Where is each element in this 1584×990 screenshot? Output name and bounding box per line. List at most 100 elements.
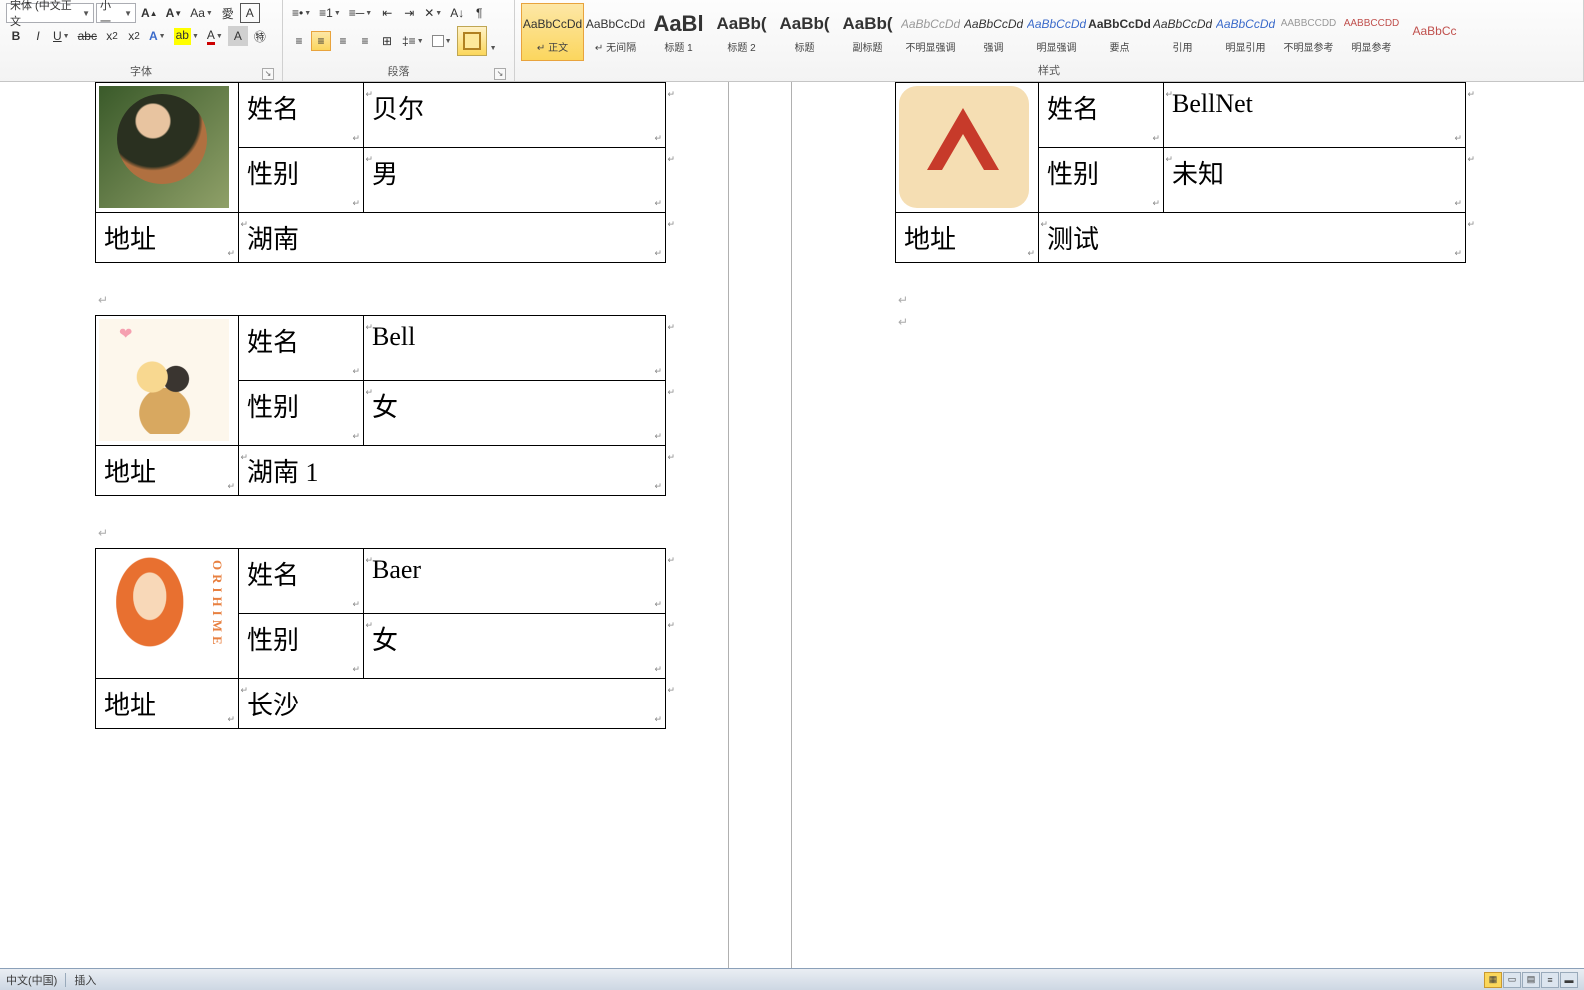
style-name-label: 不明显强调 [906,39,956,54]
name-value-cell[interactable]: 贝尔↵↵ [364,83,666,148]
avatar-image [99,552,229,674]
align-right-button[interactable]: ≡ [333,31,353,51]
distributed-button[interactable]: ⊞ [377,31,397,51]
font-size-combo[interactable]: 小一▼ [96,3,136,23]
address-value-cell[interactable]: 湖南↵↵ [239,213,666,263]
shading-button[interactable]: ▼ [429,31,455,51]
style-item-2[interactable]: AaBl 标题 1 [647,3,710,61]
asian-layout-button[interactable]: ✕▼ [421,3,445,23]
page-1[interactable]: 姓名↵↵贝尔↵↵性别↵↵男↵↵地址↵↵湖南↵↵↵姓名↵↵Bell↵↵性别↵↵女↵… [0,82,720,968]
paragraph-mark: ↵ [898,315,1584,329]
style-item-12[interactable]: AABBCCDD不明显参考 [1277,3,1340,61]
style-name-label: 明显引用 [1226,39,1266,54]
page-2[interactable]: 姓名↵↵BellNet↵↵性别↵↵未知↵↵地址↵↵测试↵↵ ↵ ↵ [800,82,1584,968]
address-value-cell[interactable]: 长沙↵↵ [239,679,666,729]
style-item-9[interactable]: AaBbCcDd 要点 [1088,3,1151,61]
style-name-label: ↵ 正文 [537,39,568,54]
status-language[interactable]: 中文(中国) [6,972,57,988]
text-effects-button[interactable]: A▼ [146,26,169,46]
web-layout-view-button[interactable]: ▤ [1522,972,1540,988]
line-spacing-button[interactable]: ‡≡▼ [399,31,427,51]
profile-card-table[interactable]: 姓名↵↵Baer↵↵性别↵↵女↵↵地址↵↵长沙↵↵ [95,548,666,729]
outline-view-button[interactable]: ≡ [1541,972,1559,988]
paragraph-mark: ↵ [98,293,720,307]
styles-gallery[interactable]: AaBbCcDd↵ 正文AaBbCcDd↵ 无间隔AaBl标题 1AaBb(标题… [521,3,1577,61]
gender-value-cell[interactable]: 女↵↵ [364,614,666,679]
address-value-cell[interactable]: 湖南 1↵↵ [239,446,666,496]
align-center-button[interactable]: ≡ [311,31,331,51]
enclose-char-button[interactable]: ㊕ [250,26,270,46]
style-name-label: 标题 2 [727,39,755,54]
italic-button[interactable]: I [28,26,48,46]
font-name-combo[interactable]: 宋体 (中文正文▼ [6,3,94,23]
style-item-6[interactable]: AaBbCcDd不明显强调 [899,3,962,61]
style-item-4[interactable]: AaBb(标题 [773,3,836,61]
bold-button[interactable]: B [6,26,26,46]
style-item-13[interactable]: AABBCCDD明显参考 [1340,3,1403,61]
print-layout-view-button[interactable]: ▦ [1484,972,1502,988]
photo-cell [96,549,239,679]
gender-value-cell[interactable]: 男↵↵ [364,148,666,213]
group-font: 宋体 (中文正文▼ 小一▼ A▲ A▼ Aa▼ 愛 A B I U▼ abc x… [0,0,283,81]
font-dialog-launcher[interactable]: ↘ [262,68,274,80]
increase-indent-button[interactable]: ⇥ [399,3,419,23]
name-value-cell[interactable]: BellNet↵↵ [1164,83,1466,148]
style-item-5[interactable]: AaBb(副标题 [836,3,899,61]
status-insert-mode[interactable]: 插入 [74,972,96,988]
gender-value-cell[interactable]: 未知↵↵ [1164,148,1466,213]
style-name-label: 引用 [1173,39,1193,54]
align-left-button[interactable]: ≡ [289,31,309,51]
style-item-0[interactable]: AaBbCcDd↵ 正文 [521,3,584,61]
style-item-8[interactable]: AaBbCcDd明显强调 [1025,3,1088,61]
style-preview: AaBbCc [1412,18,1456,44]
grow-font-button[interactable]: A▲ [138,3,161,23]
style-preview: AaBb( [842,11,892,37]
superscript-button[interactable]: x2 [124,26,144,46]
style-preview: AABBCCDD [1344,11,1400,37]
name-value-cell[interactable]: Bell↵↵ [364,316,666,381]
shrink-font-button[interactable]: A▼ [163,3,186,23]
style-item-10[interactable]: AaBbCcDd引用 [1151,3,1214,61]
numbering-button[interactable]: ≡1▼ [316,3,344,23]
style-preview: AaBbCcDd [1027,11,1086,37]
style-preview: AaBbCcDd [1088,11,1151,37]
borders-button[interactable] [457,26,487,56]
paragraph-dialog-launcher[interactable]: ↘ [494,68,506,80]
profile-card-table[interactable]: 姓名↵↵贝尔↵↵性别↵↵男↵↵地址↵↵湖南↵↵ [95,82,666,263]
char-shading-button[interactable]: A [228,26,248,46]
style-name-label: 标题 1 [664,39,692,54]
subscript-button[interactable]: x2 [102,26,122,46]
highlight-button[interactable]: ab▼ [171,26,202,46]
style-name-label: 要点 [1110,39,1130,54]
fullscreen-reading-view-button[interactable]: ▭ [1503,972,1521,988]
character-border-button[interactable]: A [240,3,260,23]
underline-button[interactable]: U▼ [50,26,73,46]
style-item-3[interactable]: AaBb(标题 2 [710,3,773,61]
paragraph-mark: ↵ [898,293,1584,307]
style-item-14[interactable]: AaBbCc [1403,3,1466,61]
style-item-11[interactable]: AaBbCcDd明显引用 [1214,3,1277,61]
decrease-indent-button[interactable]: ⇤ [377,3,397,23]
sort-button[interactable]: A↓ [447,3,467,23]
change-case-button[interactable]: Aa▼ [187,3,216,23]
style-preview: AaBbCcDd [964,11,1023,37]
draft-view-button[interactable]: ▬ [1560,972,1578,988]
profile-card-table[interactable]: 姓名↵↵Bell↵↵性别↵↵女↵↵地址↵↵湖南 1↵↵ [95,315,666,496]
name-value-cell[interactable]: Baer↵↵ [364,549,666,614]
font-color-button[interactable]: A▼ [204,26,226,46]
style-item-7[interactable]: AaBbCcDd 强调 [962,3,1025,61]
phonetic-guide-button[interactable]: 愛 [218,3,238,23]
justify-button[interactable]: ≡ [355,31,375,51]
gender-value-cell[interactable]: 女↵↵ [364,381,666,446]
multilevel-button[interactable]: ≡─▼ [346,3,375,23]
profile-card-table[interactable]: 姓名↵↵BellNet↵↵性别↵↵未知↵↵地址↵↵测试↵↵ [895,82,1466,263]
style-name-label: 强调 [984,39,1004,54]
style-preview: AaBl [653,11,703,37]
gender-label-cell: 性别↵↵ [239,148,364,213]
address-label-cell: 地址↵↵ [96,446,239,496]
strikethrough-button[interactable]: abc [75,26,100,46]
show-marks-button[interactable]: ¶ [469,3,489,23]
address-value-cell[interactable]: 测试↵↵ [1039,213,1466,263]
style-item-1[interactable]: AaBbCcDd↵ 无间隔 [584,3,647,61]
bullets-button[interactable]: ≡•▼ [289,3,314,23]
